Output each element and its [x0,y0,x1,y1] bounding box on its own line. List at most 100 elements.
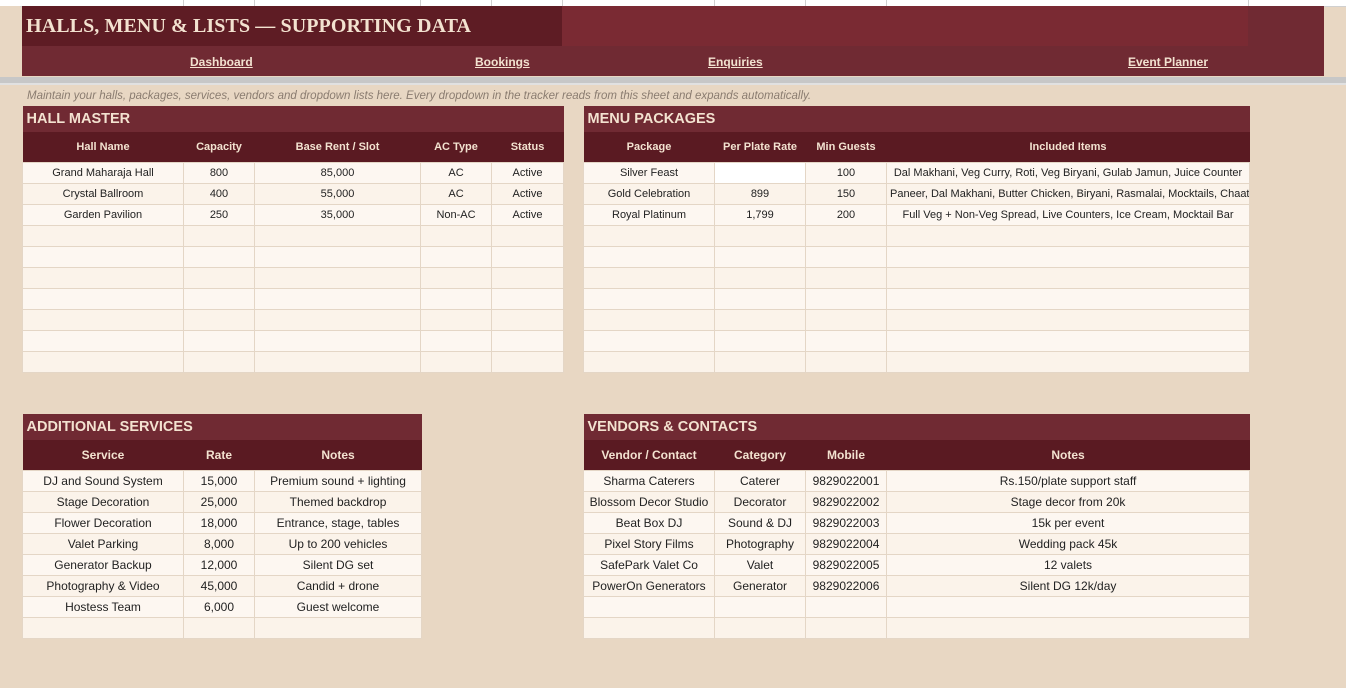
table-cell[interactable] [254,288,421,310]
table-cell[interactable] [714,617,806,639]
table-cell[interactable]: Hostess Team [22,596,184,618]
table-cell[interactable] [254,267,421,289]
table-cell[interactable]: Blossom Decor Studio [583,491,715,513]
table-cell[interactable] [885,351,1251,373]
table-cell[interactable] [583,246,715,268]
table-cell[interactable]: 1,799 [714,204,806,226]
nav-link-bookings[interactable]: Bookings [475,55,530,69]
table-cell[interactable]: Beat Box DJ [583,512,715,534]
table-cell[interactable]: Silent DG set [253,554,423,576]
table-cell[interactable]: Stage Decoration [22,491,184,513]
table-cell[interactable]: 9829022002 [805,491,887,513]
table-cell[interactable]: Caterer [714,470,806,492]
table-cell[interactable] [22,617,184,639]
table-cell[interactable] [805,617,887,639]
table-cell[interactable]: Dal Makhani, Veg Curry, Roti, Veg Biryan… [885,162,1251,184]
table-cell[interactable]: Silent DG 12k/day [885,575,1251,597]
table-cell[interactable] [714,246,806,268]
table-cell[interactable]: 15,000 [183,470,255,492]
table-cell[interactable] [183,288,255,310]
table-cell[interactable]: 9829022001 [805,470,887,492]
table-cell[interactable]: Wedding pack 45k [885,533,1251,555]
table-cell[interactable]: Silver Feast [583,162,715,184]
table-cell[interactable] [805,596,887,618]
table-cell[interactable] [490,288,565,310]
table-cell[interactable] [253,617,423,639]
table-cell[interactable] [805,330,887,352]
table-cell[interactable] [254,330,421,352]
table-cell[interactable] [583,351,715,373]
table-cell[interactable]: Sharma Caterers [583,470,715,492]
table-cell[interactable] [805,225,887,247]
table-cell[interactable] [22,267,184,289]
table-cell[interactable]: Decorator [714,491,806,513]
table-cell[interactable]: Non-AC [420,204,492,226]
table-cell[interactable]: Generator [714,575,806,597]
table-cell[interactable] [885,267,1251,289]
table-cell[interactable]: 25,000 [183,491,255,513]
table-cell[interactable]: AC [420,183,492,205]
table-cell[interactable]: Sound & DJ [714,512,806,534]
table-cell[interactable]: Premium sound + lighting [253,470,423,492]
table-cell[interactable]: Full Veg + Non-Veg Spread, Live Counters… [885,204,1251,226]
table-cell[interactable] [714,225,806,247]
table-cell[interactable] [22,330,184,352]
table-cell[interactable]: 250 [183,204,255,226]
table-cell[interactable]: Rs.150/plate support staff [885,470,1251,492]
table-cell[interactable] [805,267,887,289]
table-cell[interactable]: PowerOn Generators [583,575,715,597]
table-cell[interactable]: Themed backdrop [253,491,423,513]
table-cell[interactable]: 9829022003 [805,512,887,534]
table-cell[interactable]: 9829022006 [805,575,887,597]
table-cell[interactable]: Active [490,183,565,205]
table-cell[interactable] [183,309,255,331]
table-cell[interactable] [420,267,492,289]
table-cell[interactable] [885,246,1251,268]
table-cell[interactable]: Candid + drone [253,575,423,597]
table-cell[interactable]: Entrance, stage, tables [253,512,423,534]
table-cell[interactable] [714,351,806,373]
table-cell[interactable]: Paneer, Dal Makhani, Butter Chicken, Bir… [885,183,1251,205]
table-cell[interactable]: Gold Celebration [583,183,715,205]
table-cell[interactable]: Valet [714,554,806,576]
table-cell[interactable] [714,288,806,310]
table-cell[interactable] [490,309,565,331]
table-cell[interactable]: Crystal Ballroom [22,183,184,205]
table-cell[interactable]: 12 valets [885,554,1251,576]
nav-link-enquiries[interactable]: Enquiries [708,55,763,69]
table-cell[interactable] [22,309,184,331]
table-cell[interactable] [420,330,492,352]
table-cell[interactable]: 800 [183,162,255,184]
table-cell[interactable] [22,351,184,373]
table-cell[interactable]: 899 [714,183,806,205]
table-cell[interactable]: SafePark Valet Co [583,554,715,576]
table-cell[interactable]: Grand Maharaja Hall [22,162,184,184]
table-cell[interactable] [885,288,1251,310]
table-cell[interactable] [714,309,806,331]
table-cell[interactable] [490,267,565,289]
table-cell[interactable]: 12,000 [183,554,255,576]
table-cell[interactable] [254,246,421,268]
table-cell[interactable] [183,330,255,352]
table-cell[interactable] [254,225,421,247]
table-cell[interactable]: Guest welcome [253,596,423,618]
table-cell[interactable] [714,330,806,352]
nav-link-dashboard[interactable]: Dashboard [190,55,253,69]
table-cell[interactable] [885,617,1251,639]
table-cell[interactable]: Stage decor from 20k [885,491,1251,513]
table-cell[interactable] [420,225,492,247]
table-cell[interactable]: Up to 200 vehicles [253,533,423,555]
table-cell[interactable]: 35,000 [254,204,421,226]
table-cell[interactable] [885,330,1251,352]
table-cell[interactable]: Flower Decoration [22,512,184,534]
table-cell[interactable] [420,309,492,331]
table-cell[interactable]: Photography & Video [22,575,184,597]
table-cell[interactable] [254,351,421,373]
table-cell[interactable] [420,288,492,310]
table-cell[interactable] [583,330,715,352]
table-cell[interactable]: Valet Parking [22,533,184,555]
table-cell[interactable] [714,596,806,618]
table-cell[interactable] [183,617,255,639]
table-cell[interactable] [22,225,184,247]
table-cell[interactable] [885,225,1251,247]
